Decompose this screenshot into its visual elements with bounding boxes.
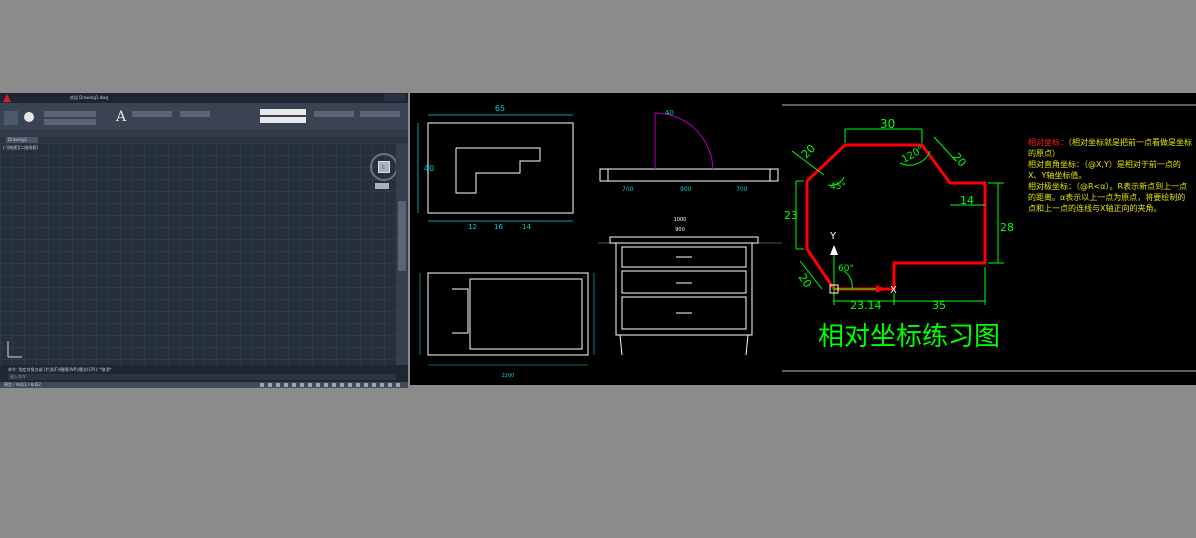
command-prompt: 键入命令 [10,374,26,379]
axis-y-label: Y [829,231,837,242]
dim-seg-3: 14 [522,223,531,231]
note-relative: 相对坐标：（相对坐标就是把前一点看做是坐标的原点） [1028,137,1192,159]
dim-upper-right-diag: 20 [950,150,969,169]
scroll-thumb[interactable] [398,201,406,271]
dim-top: 30 [880,117,895,131]
command-input[interactable]: 键入命令 [8,374,396,380]
door-radius: 40 [665,109,674,117]
ucs-icon [7,341,22,358]
note-relative-label: 相对坐标： [1028,138,1068,147]
door-dim-3: 700 [736,186,748,193]
annotation-tools[interactable] [132,111,172,117]
circle-tool-icon[interactable] [24,112,34,122]
dim-height: 40 [424,164,434,173]
top-left-view [427,122,574,214]
utilities-tools[interactable] [360,111,400,117]
l-shape-cutout [455,147,541,194]
window-controls[interactable] [384,94,406,101]
coordinate-exercise: 30 20 20 23 28 14 20 23.14 35 120° 45° 6… [782,93,1196,385]
dim-width: 65 [495,104,505,113]
layout-tabs[interactable]: 模型 / 布局1 / 布局2 [4,382,41,387]
exercise-title: 相对坐标练习图 [818,322,1000,352]
side-dims [419,273,595,366]
door-plan [599,112,779,182]
panel-outline [427,122,574,214]
viewcube-label: 上 [381,164,385,169]
viewcube[interactable]: 上 [370,153,398,181]
dim-bottom-right: 35 [932,299,946,312]
dim-left: 23 [784,209,798,222]
drawing-canvas[interactable]: [-][俯视][二维线框] 上 [0,143,398,365]
note-polar-label: 相对极坐标： [1028,182,1076,191]
dim-right: 28 [1000,221,1014,234]
ribbon: A [0,103,408,129]
dresser-front [609,236,759,356]
dim-lower-left-diag: 20 [796,271,815,290]
door-dim-1: 700 [622,186,634,193]
green-dimension-lines [791,128,1004,305]
side-total: 2200 [502,373,515,379]
status-toggles[interactable] [260,383,400,387]
file-tab-label: Drawing1 [8,137,28,142]
title-bar: 欢迎 Drawing1.dwg [0,93,408,103]
note-rect-label: 相对直角坐标： [1028,160,1084,169]
furniture-drawing-canvas: 65 40 12 16 14 40 700 900 700 1000 900 2… [417,104,782,379]
text-tool-icon[interactable]: A [116,109,126,125]
explanation-notes: 相对坐标：（相对坐标就是把前一点看做是坐标的原点） 相对直角坐标：（@X,Y）是… [1028,137,1192,214]
angle-45: 45° [830,182,846,192]
window-title: 欢迎 Drawing1.dwg [70,95,109,100]
angle-120: 120° [900,144,926,166]
app-logo-icon[interactable] [3,94,11,102]
autocad-window: 欢迎 Drawing1.dwg A Drawing1 [-][俯视][二维线框]… [0,93,408,388]
top-left-dims [417,114,573,222]
line-tool-button[interactable] [4,111,18,125]
furniture-drawings: 65 40 12 16 14 40 700 900 700 1000 900 2… [410,93,782,385]
ribbon-panel-labels [0,129,408,137]
color-dropdown[interactable] [260,117,306,123]
side-section [427,272,589,356]
vertical-scrollbar[interactable] [396,143,408,365]
modify-tools[interactable] [44,111,96,117]
viewport-label[interactable]: [-][俯视][二维线框] [3,145,38,150]
block-tools[interactable] [180,111,210,117]
command-history: 命令: 指定对角点或 [栏选(F)/圈围(WP)/圈交(CP)]: *取消* [8,367,112,372]
properties-tools[interactable] [314,111,354,117]
status-bar: 模型 / 布局1 / 布局2 [0,382,408,388]
note-polar: 相对极坐标：（@R<α）。R表示新点到上一点的距离。α表示以上一点为原点，将要绘… [1028,181,1192,214]
viewcube-face[interactable]: 上 [378,161,390,173]
dim-seg-1: 12 [468,223,477,231]
view-home-button[interactable] [375,183,389,189]
dim-bottom-left: 23.14 [850,299,882,312]
axis-x-label: X [890,285,897,296]
dim-seg-2: 16 [494,223,503,231]
dresser-inner: 900 [675,227,685,233]
modify-tools-2[interactable] [44,119,96,125]
dim-step: 14 [960,194,974,207]
dresser-overall: 1000 [674,217,687,223]
angle-60: 60° [838,264,854,274]
note-rect: 相对直角坐标：（@X,Y）是相对于前一点的X、Y轴坐标值。 [1028,159,1192,181]
layer-dropdown[interactable] [260,109,306,115]
door-dim-2: 900 [680,186,692,193]
